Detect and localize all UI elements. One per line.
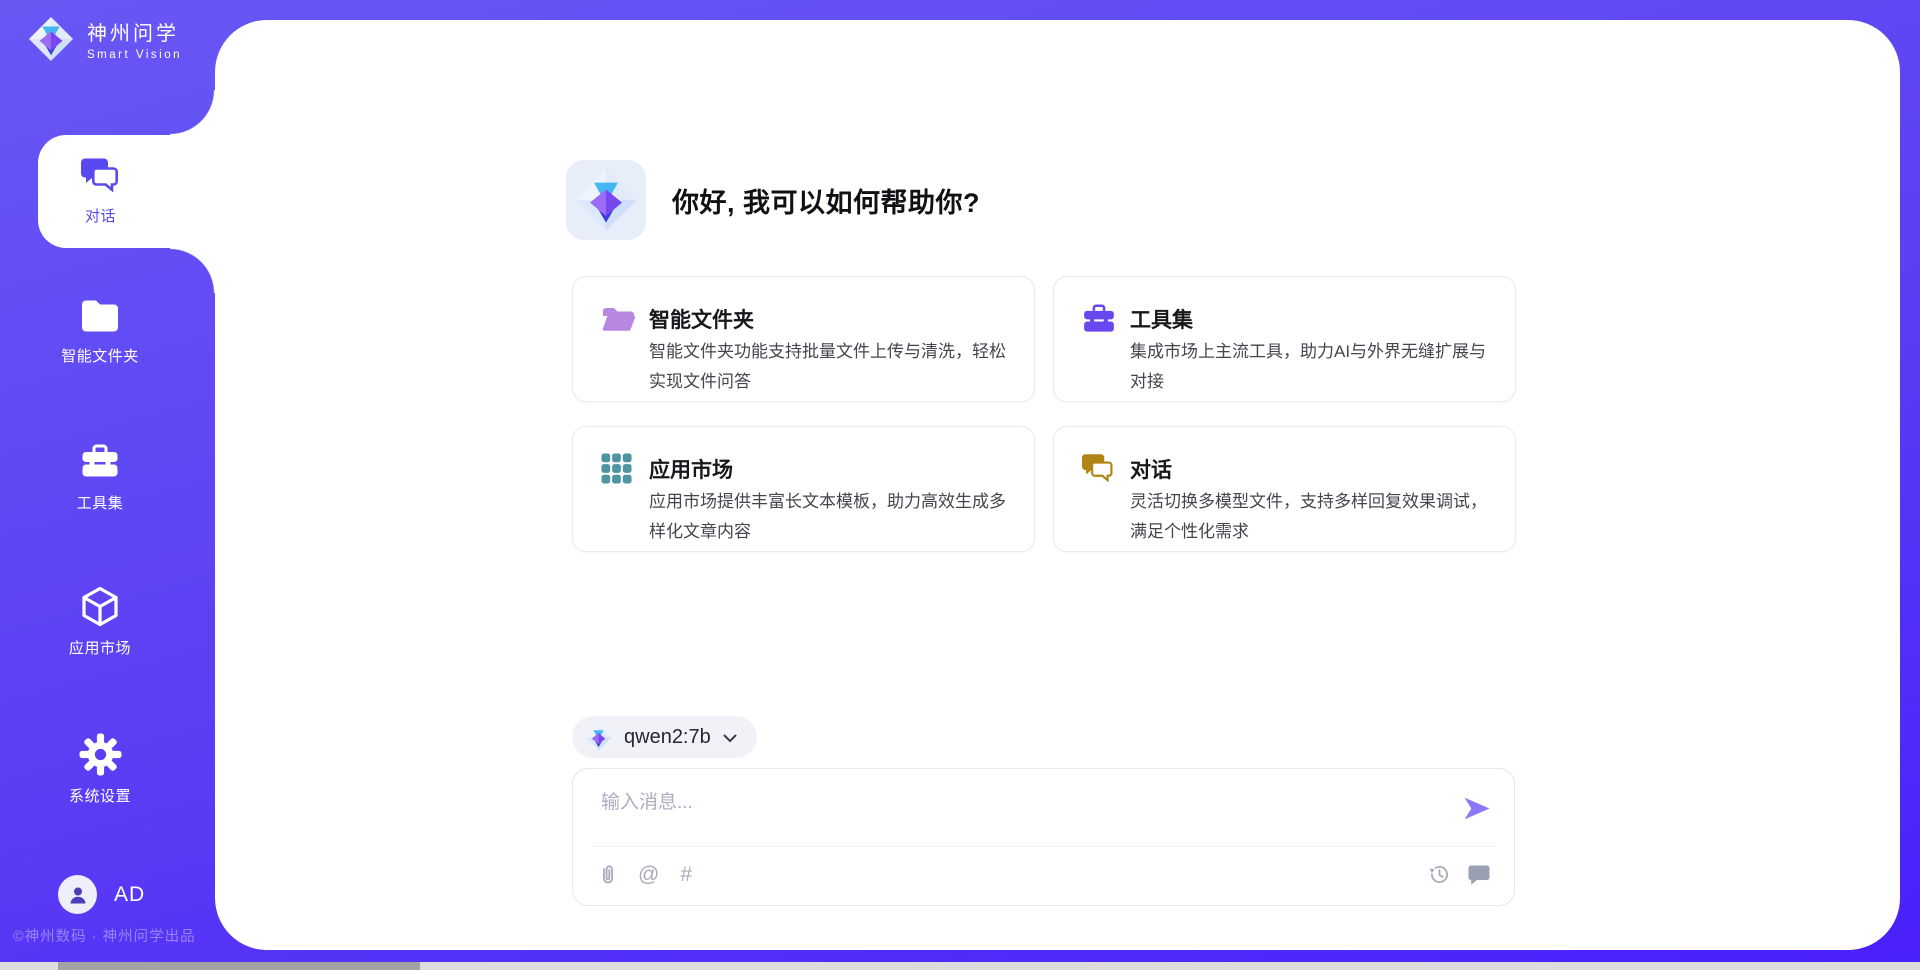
greeting-text: 你好, 我可以如何帮助你? [672,181,980,220]
card-title: 智能文件夹 [649,304,754,334]
horizontal-scrollbar[interactable] [0,962,1920,970]
send-icon[interactable] [1462,795,1492,822]
composer-tools-right [1428,863,1490,885]
card-description: 应用市场提供丰富长文本模板，助力高效生成多样化文章内容 [649,487,1017,547]
user-name: AD [114,883,145,907]
cube-icon [78,583,122,629]
feature-cards: 智能文件夹 智能文件夹功能支持批量文件上传与清洗，轻松实现文件问答 工具集 集成… [572,276,1516,552]
card-smart-folder[interactable]: 智能文件夹 智能文件夹功能支持批量文件上传与清洗，轻松实现文件问答 [572,276,1035,402]
composer-divider [593,846,1494,847]
message-input[interactable] [599,785,1453,841]
card-description: 智能文件夹功能支持批量文件上传与清洗，轻松实现文件问答 [649,337,1017,397]
sidebar-item-smart-folder[interactable]: 智能文件夹 [0,291,200,366]
sidebar-item-toolset[interactable]: 工具集 [0,438,200,513]
avatar [58,875,97,914]
card-toolset[interactable]: 工具集 集成市场上主流工具，助力AI与外界无缝扩展与对接 [1053,276,1516,402]
brand-text: 神州问学 Smart Vision [87,17,182,61]
model-name: qwen2:7b [624,726,711,749]
toolbox-icon [1082,303,1118,337]
copyright-text: ©神州数码 · 神州问学出品 [13,925,196,946]
chat-bubbles-icon [81,157,121,197]
sidebar-item-label: 工具集 [77,492,124,513]
composer-tools-left: @ # [599,863,692,886]
horizontal-scrollbar-thumb[interactable] [58,962,420,970]
message-composer: @ # [572,768,1515,906]
gear-icon [78,731,123,777]
card-app-market[interactable]: 应用市场 应用市场提供丰富长文本模板，助力高效生成多样化文章内容 [572,426,1035,552]
feedback-chat-icon[interactable] [1468,864,1490,885]
brand-gem-icon [28,16,74,62]
model-gem-icon [585,724,612,751]
chat-bubbles-icon [1082,453,1118,487]
attachment-icon[interactable] [599,863,617,886]
brand-logo[interactable]: 神州问学 Smart Vision [28,16,182,62]
folder-open-icon [601,303,637,337]
brand-name: 神州问学 [87,17,182,46]
sidebar-item-label: 应用市场 [69,637,131,658]
sidebar-item-label: 系统设置 [69,785,131,806]
card-title: 工具集 [1130,304,1193,334]
card-title: 应用市场 [649,454,733,484]
sidebar-item-chat[interactable]: 对话 [38,135,215,248]
brand-subtitle: Smart Vision [87,49,182,61]
app-root: 神州问学 Smart Vision 对话 智能文件夹 [0,0,1920,970]
folder-icon [79,291,121,337]
sidebar-item-settings[interactable]: 系统设置 [0,731,200,806]
active-tab-fillet-top [170,90,215,135]
user-profile[interactable]: AD [58,875,145,914]
topic-icon[interactable]: # [680,864,692,886]
mention-icon[interactable]: @ [638,864,659,886]
card-chat[interactable]: 对话 灵活切换多模型文件，支持多样回复效果调试，满足个性化需求 [1053,426,1516,552]
sidebar-item-label: 智能文件夹 [61,345,139,366]
model-selector[interactable]: qwen2:7b [572,716,757,758]
greeting-gem-icon [566,160,646,240]
greeting-block: 你好, 我可以如何帮助你? [566,160,980,240]
card-description: 集成市场上主流工具，助力AI与外界无缝扩展与对接 [1130,337,1498,397]
sidebar-item-app-market[interactable]: 应用市场 [0,583,200,658]
chevron-down-icon [723,734,737,743]
toolbox-icon [80,438,120,484]
sidebar-item-label: 对话 [85,205,116,226]
active-tab-fillet-bottom [170,248,215,293]
card-title: 对话 [1130,454,1172,484]
history-icon[interactable] [1428,863,1450,885]
card-description: 灵活切换多模型文件，支持多样回复效果调试，满足个性化需求 [1130,487,1498,547]
app-grid-icon [601,453,637,487]
